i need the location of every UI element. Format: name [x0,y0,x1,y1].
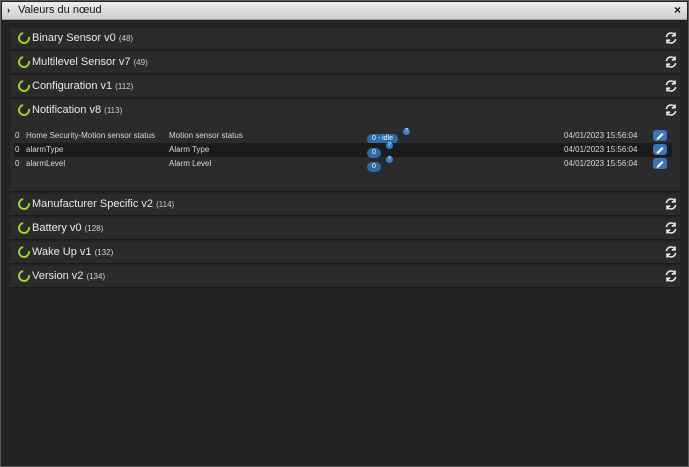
close-button[interactable]: × [674,2,681,19]
edit-button[interactable] [653,158,667,169]
label-cell: alarmLevel [26,159,66,168]
ring-spinner-icon [15,267,33,285]
table-row: 0 alarmType Alarm Type 0 ? 04/01/2023 15… [14,142,672,158]
pencil-icon [656,147,664,154]
ring-spinner-icon [15,101,33,119]
panel-battery: Battery v0 (128) [10,218,680,240]
label-cell: alarmType [26,145,64,154]
ring-spinner-icon [15,195,33,213]
ring-spinner-icon [15,243,33,261]
instance-cell: 0 [15,145,20,154]
panel-notification: Notification v8 (113) 0 Home Security-Mo… [10,100,680,192]
panel-header[interactable]: Binary Sensor v0 (48) [10,28,680,49]
refresh-icon[interactable] [664,269,678,283]
panel-manufacturer-specific: Manufacturer Specific v2 (114) [10,194,680,216]
refresh-icon[interactable] [664,55,678,69]
instance-cell: 0 [15,131,20,140]
edit-button[interactable] [653,130,667,141]
table-row: 0 alarmLevel Alarm Level 0 ? 04/01/2023 … [14,156,672,173]
panel-header[interactable]: Manufacturer Specific v2 (114) [10,194,680,215]
refresh-icon[interactable] [664,79,678,93]
help-cell: Alarm Type [169,145,210,154]
help-cell: Alarm Level [169,159,212,168]
refresh-icon[interactable] [664,221,678,235]
panel-multilevel-sensor: Multilevel Sensor v7 (49) [10,52,680,74]
panel-title: Configuration v1 (112) [32,80,134,92]
panel-title: Binary Sensor v0 (48) [32,32,134,44]
edit-button[interactable] [653,144,667,155]
ring-spinner-icon [15,77,33,95]
pencil-icon [656,133,664,140]
ring-spinner-icon [15,219,33,237]
values-table: 0 Home Security-Motion sensor status Mot… [14,128,672,173]
refresh-icon[interactable] [664,31,678,45]
ring-spinner-icon [15,29,33,47]
panel-wake-up: Wake Up v1 (132) [10,242,680,264]
panel-title: Version v2 (134) [32,270,106,282]
date-cell: 04/01/2023 15:56:04 [564,131,638,140]
panel-configuration: Configuration v1 (112) [10,76,680,98]
table-row: 0 Home Security-Motion sensor status Mot… [14,128,672,144]
panel-title: Multilevel Sensor v7 (49) [32,56,148,68]
panel-version: Version v2 (134) [10,266,680,288]
value-badge[interactable]: 0 [367,162,381,172]
dialog-title: Valeurs du nœud [18,4,102,16]
refresh-icon[interactable] [664,103,678,117]
value-cell: 0 ? [367,156,393,173]
panel-header[interactable]: Version v2 (134) [10,266,680,287]
ring-spinner-icon [15,53,33,71]
help-icon[interactable]: ? [403,128,410,135]
panel-header[interactable]: Battery v0 (128) [10,218,680,239]
instance-cell: 0 [15,159,20,168]
panel-title: Manufacturer Specific v2 (114) [32,198,175,210]
panel-header[interactable]: Wake Up v1 (132) [10,242,680,263]
panel-title: Wake Up v1 (132) [32,246,114,258]
chevron-right-icon[interactable]: › [7,2,10,19]
panel-title: Notification v8 (113) [32,104,123,116]
help-icon[interactable]: ? [386,156,393,163]
pencil-icon [656,161,664,168]
dialog-titlebar: › Valeurs du nœud × [2,2,687,20]
panel-header[interactable]: Configuration v1 (112) [10,76,680,97]
help-icon[interactable]: ? [386,142,393,149]
node-values-dialog: › Valeurs du nœud × Binary Sensor v0 (48… [0,0,689,467]
refresh-icon[interactable] [664,197,678,211]
refresh-icon[interactable] [664,245,678,259]
panel-header[interactable]: Multilevel Sensor v7 (49) [10,52,680,73]
date-cell: 04/01/2023 15:56:04 [564,159,638,168]
panel-title: Battery v0 (128) [32,222,104,234]
panel-body: 0 Home Security-Motion sensor status Mot… [10,121,680,191]
panel-binary-sensor: Binary Sensor v0 (48) [10,28,680,50]
date-cell: 04/01/2023 15:56:04 [564,145,638,154]
panels-container: Binary Sensor v0 (48) Multilevel Sensor … [10,28,680,290]
help-cell: Motion sensor status [169,131,243,140]
label-cell: Home Security-Motion sensor status [26,131,155,140]
panel-header[interactable]: Notification v8 (113) [10,100,680,121]
